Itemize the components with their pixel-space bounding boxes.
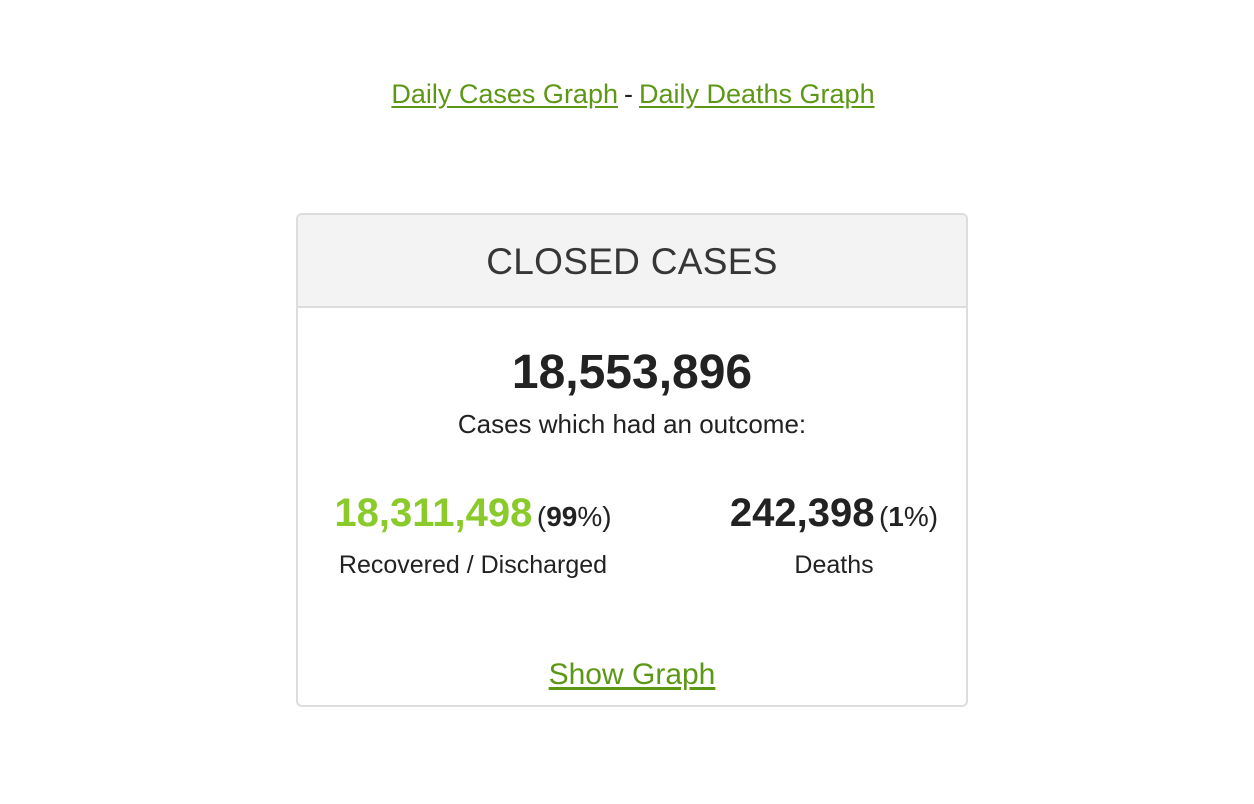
graph-links-row: Daily Cases Graph - Daily Deaths Graph — [0, 76, 1254, 112]
deaths-value-line: 242,398 (1%) — [702, 489, 966, 546]
link-separator: - — [623, 79, 633, 109]
deaths-percent: (1%) — [879, 501, 938, 532]
recovered-percent-open: ( — [536, 501, 547, 532]
deaths-label: Deaths — [794, 551, 874, 579]
daily-cases-graph-link[interactable]: Daily Cases Graph — [391, 79, 618, 109]
recovered-count: 18,311,498 — [334, 491, 533, 535]
recovered-value-line: 18,311,498 (99%) — [298, 489, 648, 546]
show-graph-row: Show Graph — [298, 656, 966, 694]
show-graph-link[interactable]: Show Graph — [549, 658, 716, 691]
recovered-percent-close: %) — [577, 501, 612, 532]
closed-cases-total: 18,553,896 — [511, 346, 753, 399]
recovered-percent: (99%) — [537, 501, 612, 532]
deaths-count: 242,398 — [729, 491, 875, 535]
recovered-stat: 18,311,498 (99%) Recovered / Discharged — [298, 489, 648, 582]
deaths-percent-open: ( — [878, 501, 889, 532]
deaths-percent-close: %) — [903, 501, 939, 532]
card-title: CLOSED CASES — [298, 215, 966, 308]
recovered-percent-value: 99 — [546, 501, 578, 532]
deaths-stat: 242,398 (1%) Deaths — [702, 489, 966, 582]
deaths-percent-value: 1 — [888, 501, 904, 532]
closed-cases-total-label: Cases which had an outcome: — [457, 409, 807, 439]
recovered-label: Recovered / Discharged — [338, 551, 608, 579]
daily-deaths-graph-link[interactable]: Daily Deaths Graph — [639, 79, 875, 109]
closed-cases-card: CLOSED CASES 18,553,896 Cases which had … — [296, 213, 968, 707]
